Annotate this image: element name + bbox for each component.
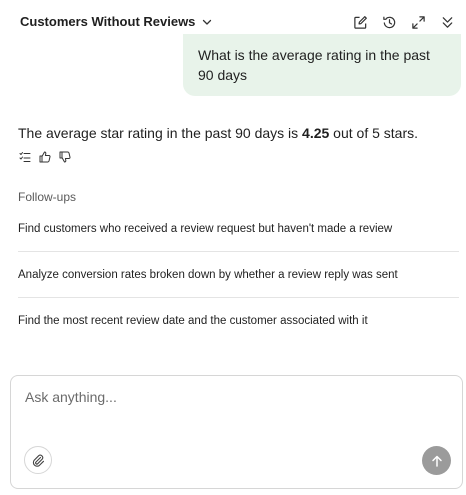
followups-label: Follow-ups: [18, 190, 77, 204]
answer-suffix: out of 5 stars.: [329, 125, 419, 141]
conversation-title: Customers Without Reviews: [20, 14, 196, 29]
answer-text: The average star rating in the past 90 d…: [18, 125, 303, 141]
message-composer: [10, 375, 463, 489]
answer-value: 4.25: [302, 125, 330, 141]
arrow-up-icon[interactable]: [422, 446, 451, 475]
list-icon[interactable]: [19, 151, 31, 163]
user-message-bubble: What is the average rating in the past 9…: [183, 34, 461, 96]
followup-item[interactable]: Find the most recent review date and the…: [18, 298, 459, 343]
chevron-down-icon: [201, 16, 213, 28]
followup-item[interactable]: Find customers who received a review req…: [18, 206, 459, 252]
assistant-message: The average star rating in the past 90 d…: [18, 125, 418, 141]
thumbs-down-icon[interactable]: [59, 151, 71, 163]
edit-icon[interactable]: [351, 13, 369, 31]
thumbs-up-icon[interactable]: [39, 151, 51, 163]
followups-list: Find customers who received a review req…: [18, 206, 459, 343]
header-actions: [340, 13, 456, 31]
paperclip-icon[interactable]: [24, 446, 52, 474]
conversation-title-dropdown[interactable]: Customers Without Reviews: [20, 14, 213, 29]
followup-item[interactable]: Analyze conversion rates broken down by …: [18, 252, 459, 298]
expand-icon[interactable]: [409, 13, 427, 31]
message-input[interactable]: [23, 386, 447, 408]
collapse-icon[interactable]: [438, 13, 456, 31]
feedback-bar: [19, 151, 79, 163]
history-icon[interactable]: [380, 13, 398, 31]
